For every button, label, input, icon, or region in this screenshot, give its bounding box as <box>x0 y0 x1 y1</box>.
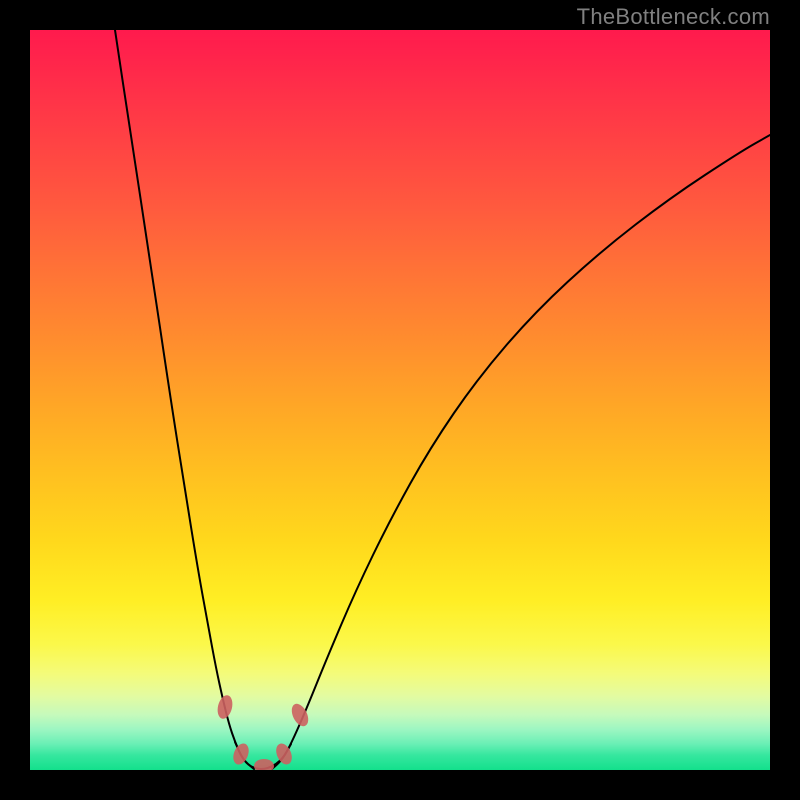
curve-left-branch <box>115 30 254 769</box>
watermark-text: TheBottleneck.com <box>577 4 770 30</box>
curve-layer <box>30 30 770 770</box>
plot-area <box>30 30 770 770</box>
marker-left-upper <box>215 694 234 721</box>
chart-frame: TheBottleneck.com <box>0 0 800 800</box>
curve-right-branch <box>272 135 770 769</box>
marker-bottom <box>254 759 274 770</box>
marker-left-lower <box>230 741 251 767</box>
